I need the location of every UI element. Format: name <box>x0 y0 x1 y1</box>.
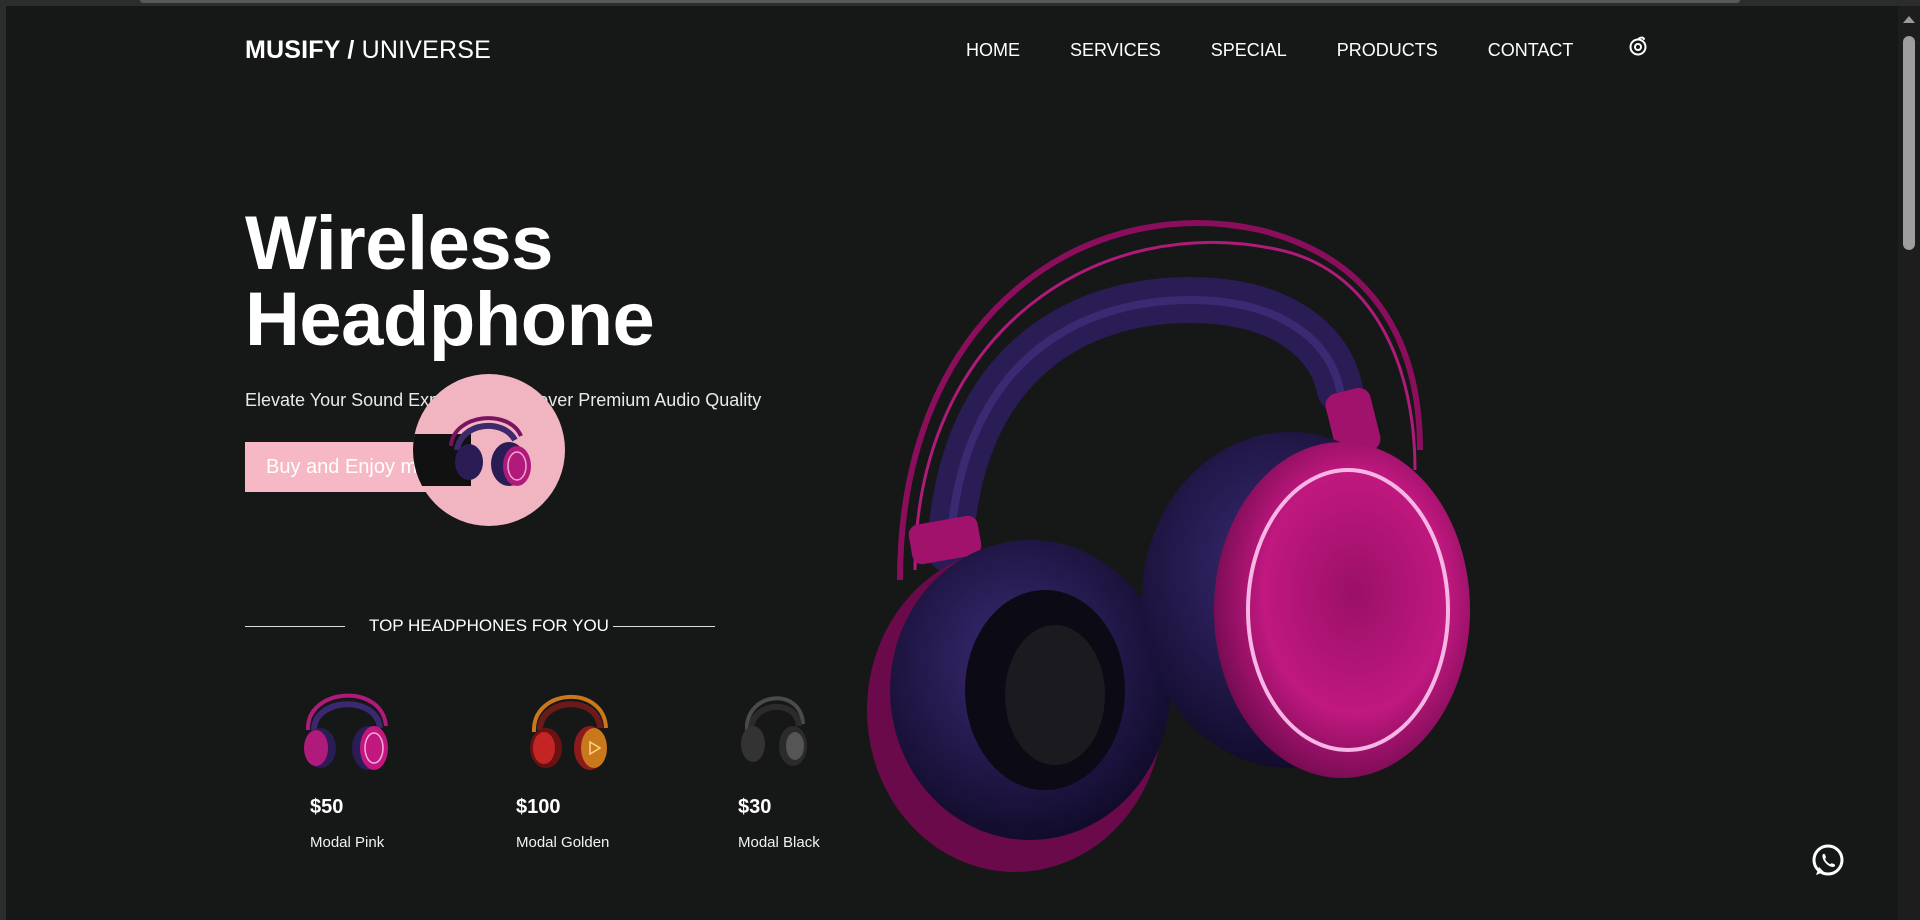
scroll-up-arrow-icon[interactable] <box>1903 16 1915 23</box>
nav-products[interactable]: PRODUCTS <box>1337 40 1438 61</box>
logo-sub: UNIVERSE <box>361 36 492 64</box>
logo-slash: / <box>340 36 362 64</box>
main-nav: HOME SERVICES SPECIAL PRODUCTS CONTACT <box>966 40 1573 61</box>
nav-services[interactable]: SERVICES <box>1070 40 1161 61</box>
heading-rule-right <box>613 626 715 627</box>
product-card-pink[interactable]: $50 Modal Pink <box>290 668 460 858</box>
product-card-golden[interactable]: $100 Modal Golden <box>514 668 684 858</box>
product-name: Modal Pink <box>310 834 385 851</box>
section-heading-label: TOP HEADPHONES FOR YOU <box>369 616 609 635</box>
headphone-icon <box>449 416 531 486</box>
browser-tab-strip <box>140 0 1740 3</box>
product-price: $100 <box>516 796 561 818</box>
headphone-pink-icon <box>304 693 388 770</box>
product-price: $30 <box>738 796 772 818</box>
hero-headphone-image <box>867 220 1470 872</box>
top-headphones-heading: TOP HEADPHONES FOR YOU <box>245 614 715 638</box>
logo-brand: MUSIFY <box>245 36 341 64</box>
whatsapp-icon[interactable] <box>1810 843 1846 879</box>
product-name: Modal Golden <box>516 834 610 851</box>
hero-title: Wireless Headphone <box>245 201 655 362</box>
nav-home[interactable]: HOME <box>966 40 1020 61</box>
hero-title-line-2: Headphone <box>245 277 655 362</box>
nav-contact[interactable]: CONTACT <box>1488 40 1574 61</box>
product-price: $50 <box>310 796 344 818</box>
product-name: Modal Black <box>738 834 820 851</box>
site-logo[interactable]: MUSIFY / UNIVERSE <box>245 36 491 65</box>
floating-product-preview[interactable] <box>413 374 565 526</box>
headphone-golden-icon <box>530 694 608 770</box>
scroll-thumb[interactable] <box>1903 36 1915 250</box>
headphone-black-icon <box>741 696 807 766</box>
swirl-icon[interactable] <box>1626 34 1650 58</box>
page-scrollbar[interactable] <box>1898 6 1920 920</box>
hero-title-line-1: Wireless <box>245 201 553 286</box>
nav-special[interactable]: SPECIAL <box>1211 40 1287 61</box>
heading-rule-left <box>245 626 345 627</box>
